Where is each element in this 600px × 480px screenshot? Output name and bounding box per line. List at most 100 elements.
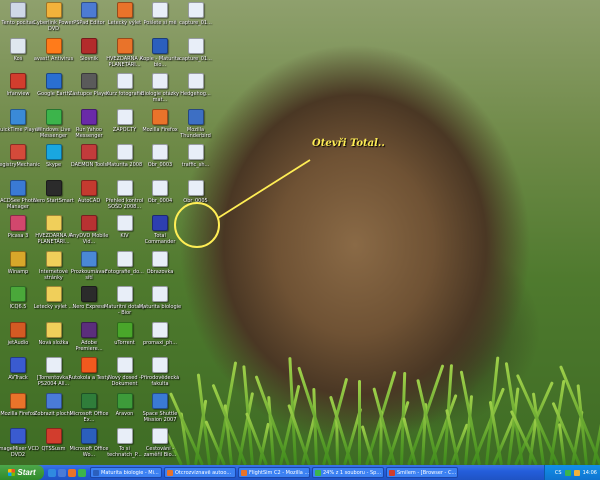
document-icon	[152, 73, 168, 89]
folder-icon	[45, 286, 62, 302]
desktop-icon[interactable]	[58, 468, 66, 477]
quick-launch	[48, 468, 86, 477]
desktop-icon-item[interactable]: ImageMixer VCD DVD2	[0, 428, 39, 462]
taskbar-button[interactable]: FlightSim C2 - Mozilla ...	[238, 467, 310, 478]
desktop-icon-item[interactable]: Google Earth	[36, 73, 72, 107]
desktop-icon-item[interactable]: Obr_0005	[178, 179, 214, 214]
desktop-icon-label: Hedgehog...	[180, 91, 211, 97]
document-icon	[152, 321, 168, 338]
desktop-icon-item[interactable]: traffic_sh...	[178, 144, 214, 178]
document-icon	[116, 357, 133, 373]
desktop-icon-item[interactable]: Adobe Premiere...	[71, 321, 107, 356]
network-icon	[81, 250, 97, 267]
desktop-icon-item[interactable]: Maturita 2008	[107, 144, 143, 178]
tray-icon[interactable]	[573, 469, 580, 476]
grass-blade	[197, 373, 212, 465]
qtss-icon	[45, 428, 62, 444]
irfanview-icon	[10, 73, 26, 89]
desktop-icon-label: capture_01...	[179, 55, 212, 62]
desktop-icon-item[interactable]: RegistryMechanic	[0, 144, 40, 178]
desktop-icon-item[interactable]: jetAudio	[0, 321, 36, 356]
clock[interactable]: 14:06	[583, 470, 597, 476]
desktop-icon-item[interactable]: Letecký výlet	[107, 2, 143, 36]
document-icon	[116, 73, 133, 89]
desktop-icon-item[interactable]: Kopie - Maturita bio...	[140, 37, 180, 72]
desktop-icon-item[interactable]: AnyDVD Mobile Vid...	[70, 215, 108, 249]
desktop-icon-item[interactable]: avast! Antivirus	[34, 37, 73, 72]
messenger-icon[interactable]	[78, 468, 86, 477]
desktop-icon-item[interactable]: Zástupce Player	[69, 73, 109, 107]
utorrent-icon	[116, 321, 133, 338]
desktop-icon-item[interactable]: ICQ6.5	[0, 286, 36, 320]
desktop-icon-item[interactable]: Hedgehog...	[178, 73, 214, 107]
desktop-icon-item[interactable]: Mozilla Thunderbird	[178, 108, 214, 143]
desktop-icon-item[interactable]: Obr_0003	[142, 144, 178, 178]
anydvd-icon	[81, 215, 97, 231]
desktop-icon-item[interactable]: DAEMON Tools	[71, 144, 107, 178]
desktop-icon-item[interactable]: Přehled kontrol SOŠD 2008...	[106, 179, 143, 214]
desktop-icon-item[interactable]: Fotografie_do...	[105, 250, 144, 285]
app-icon	[389, 469, 395, 476]
desktop-icon-item[interactable]: PSPad Editor	[71, 2, 107, 36]
taskbar-button[interactable]: Smilem - [Browser - C...	[386, 467, 458, 478]
desktop-icon-item[interactable]: capture_01...	[178, 37, 214, 72]
desktop-icon-item[interactable]: KIV	[107, 215, 143, 249]
avtrack-icon	[10, 357, 26, 373]
desktop-icon-item[interactable]: ACDSee Photo Manager	[0, 179, 36, 214]
desktop-icon-item[interactable]: Obr_0004	[142, 179, 178, 214]
ie-icon[interactable]	[48, 468, 56, 477]
taskbar-button[interactable]: 24% z 1 souboru - Sp...	[312, 467, 384, 478]
desktop-icon-item[interactable]: Skype	[36, 144, 72, 178]
desktop-icon-item[interactable]: capture_01...	[178, 2, 214, 36]
desktop-icon-item[interactable]: Koš	[0, 37, 36, 72]
desktop-icon-item[interactable]: Space Shuttle Mission 2007	[142, 392, 178, 427]
desktop-icon-item[interactable]: Biologie otázky mat...	[141, 73, 179, 107]
desktop-icon-item[interactable]: uTorrent	[107, 321, 143, 356]
icq-icon	[10, 286, 26, 302]
desktop-icon-item[interactable]: Run Yahoo Messenger	[71, 108, 107, 143]
desktop-icon-label: Space Shuttle Mission 2007	[142, 410, 178, 423]
thunderbird-icon	[187, 108, 204, 125]
desktop-icon-item[interactable]: Mozilla Firefox	[0, 392, 36, 427]
desktop-icon-item[interactable]: Maturita biologie	[139, 286, 181, 320]
document-icon	[152, 179, 168, 196]
desktop-icon-item[interactable]: Total Commander	[142, 215, 178, 249]
grass-blade	[357, 380, 361, 465]
desktop-icon-item[interactable]: Irfanview	[0, 73, 36, 107]
nero-icon	[81, 286, 97, 302]
desktop-icon-item[interactable]: Obrazovka	[142, 250, 178, 285]
taskbar-button[interactable]: Otcrozvíznavě autoo...	[164, 467, 236, 478]
taskbar-button[interactable]: Maturita biologie - Mi...	[90, 467, 162, 478]
document-icon	[116, 144, 133, 160]
desktop-icon-item[interactable]: Letecký výlet ...	[34, 286, 73, 320]
document-icon	[152, 428, 168, 444]
desktop-icon-item[interactable]: Microsoft Office Ex...	[70, 392, 108, 427]
desktop-icon-item[interactable]: ZÁPOČTY	[107, 108, 143, 143]
desktop-icon-item[interactable]: Přírodovědecká fakulta	[141, 357, 179, 391]
desktop-icon-item[interactable]: Maturitní dotazy - Bior	[104, 286, 145, 320]
desktop-icon-label: Maturita biologie	[138, 304, 182, 310]
document-icon	[116, 286, 133, 302]
document-icon	[116, 108, 133, 125]
firefox-icon	[116, 37, 133, 54]
desktop-icon-item[interactable]: promaxi_ph...	[142, 321, 178, 356]
imagemixer-icon	[10, 428, 26, 444]
premiere-icon	[81, 321, 97, 338]
start-button[interactable]: Start	[0, 465, 44, 480]
desktop-icon-item[interactable]: Prozkoumávač sítí	[71, 250, 107, 285]
desktop-icon-item[interactable]: Cyberlink Power DVD	[33, 2, 74, 36]
firefox-icon[interactable]	[68, 468, 76, 477]
tray-icon[interactable]	[564, 469, 571, 476]
desktop-icon-item[interactable]: Cestování - zaměřil Bio...	[142, 428, 178, 462]
language-indicator[interactable]: CS	[555, 470, 562, 476]
desktop-icon-item[interactable]: Nero StartSmart	[33, 179, 74, 214]
desktop-icon-item[interactable]: [Torrentovka] PS2004 All...	[36, 357, 72, 391]
app-icon	[93, 469, 99, 476]
floppy-icon	[152, 215, 168, 231]
document-icon	[152, 286, 168, 302]
windows-logo-icon	[8, 469, 16, 476]
taskbar-button-label: Smilem - [Browser - C...	[397, 469, 457, 476]
task-list: Maturita biologie - Mi... Otcrozvíznavě a…	[90, 467, 458, 478]
desktop-icon-item[interactable]: Pošlete si mě	[142, 2, 178, 36]
dvd-icon	[45, 2, 62, 18]
